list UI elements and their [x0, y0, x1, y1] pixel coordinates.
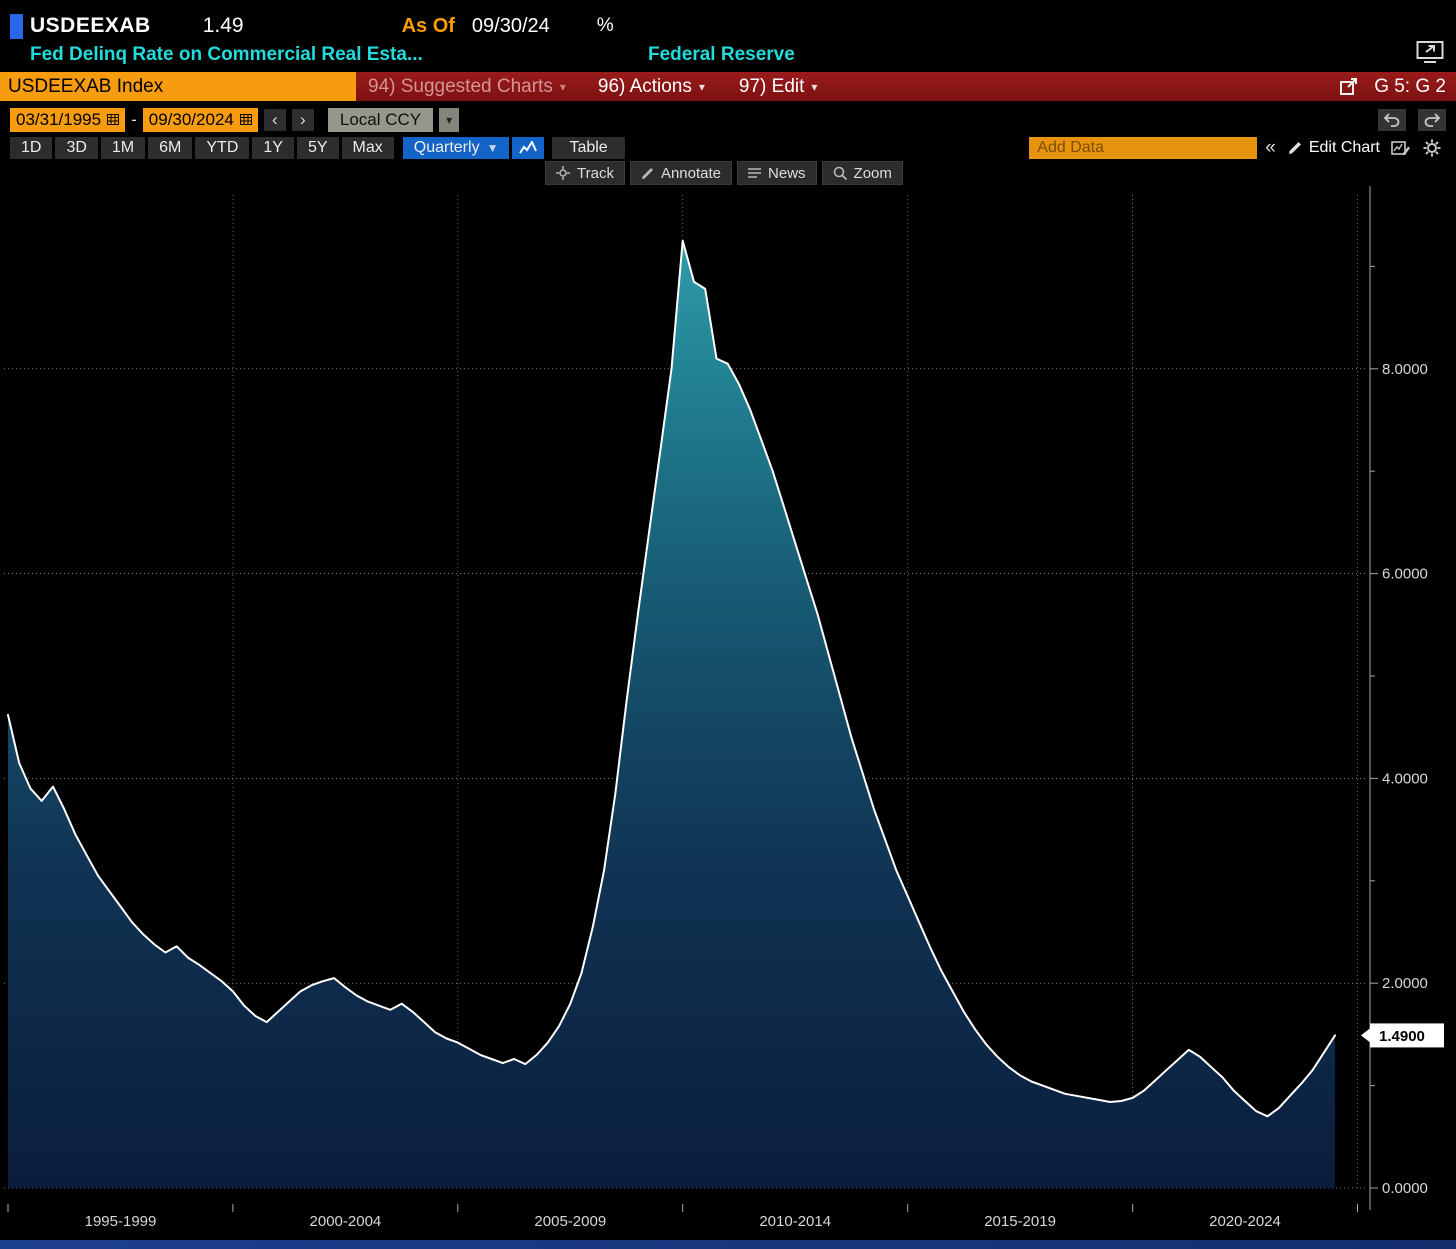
menu-bar: USDEEXAB Index 94) Suggested Charts ▾ 96…	[0, 72, 1456, 101]
tab-6m[interactable]: 6M	[148, 137, 193, 159]
edit-label: 97) Edit	[738, 75, 805, 97]
y-axis-label: 4.0000	[1382, 770, 1428, 787]
chevron-right-icon: ›	[300, 110, 306, 129]
tab-1d[interactable]: 1D	[10, 137, 53, 159]
x-axis-label: 2005-2009	[534, 1213, 606, 1230]
redo-icon	[1424, 113, 1440, 127]
ticker-symbol: USDEEXAB	[30, 14, 151, 37]
currency-selector[interactable]: Local CCY	[327, 108, 434, 132]
suggested-charts-label: 94) Suggested Charts	[368, 75, 553, 97]
y-axis-label: 6.0000	[1382, 566, 1428, 583]
period-bar: 1D 3D 1M 6M YTD 1Y 5Y Max Quarterly ▼ Ta…	[0, 136, 1456, 160]
calendar-icon	[107, 110, 120, 130]
chevron-down-icon: ▼	[486, 141, 499, 155]
news-label: News	[768, 164, 806, 182]
range-bar: 03/31/1995 - 09/30/2024 ‹ › Local CCY ▾	[0, 107, 1456, 133]
undo-icon	[1384, 113, 1400, 127]
end-date-value: 09/30/2024	[148, 110, 234, 129]
edit-chart-label: Edit Chart	[1308, 139, 1380, 156]
line-chart-icon	[519, 141, 538, 154]
chart-region: 0.0000 2.0000 4.0000 6.0000 8.0000 1995-1999 2…	[0, 158, 1456, 1249]
y-axis-label: 8.0000	[1382, 361, 1428, 378]
y-axis-label: 2.0000	[1382, 975, 1428, 992]
edit-menu[interactable]: 97) Edit ▾	[739, 76, 818, 98]
grid-indicator: G 5: G 2	[1374, 75, 1446, 97]
chevron-down-icon: ▾	[811, 79, 818, 94]
actions-menu[interactable]: 96) Actions ▾	[598, 76, 705, 98]
zoom-button[interactable]: Zoom	[821, 161, 903, 185]
taskbar-strip	[0, 1240, 1456, 1249]
chart-settings-icon[interactable]	[1387, 137, 1415, 159]
end-date-field[interactable]: 09/30/2024	[142, 108, 258, 132]
send-to-monitor-icon[interactable]	[1416, 40, 1444, 69]
y-axis-label: 0.0000	[1382, 1180, 1428, 1197]
frequency-selector[interactable]: Quarterly ▼	[402, 137, 510, 159]
currency-dropdown-button[interactable]: ▾	[439, 108, 460, 132]
delinquency-rate-chart[interactable]: 0.0000 2.0000 4.0000 6.0000 8.0000 1995-1999 2…	[0, 158, 1456, 1249]
description-bar: Fed Delinq Rate on Commercial Real Esta.…	[0, 41, 1456, 72]
range-back-button[interactable]: ‹	[263, 109, 286, 131]
tab-1y[interactable]: 1Y	[252, 137, 294, 159]
last-value-arrow	[1361, 1028, 1370, 1043]
news-lines-icon	[748, 168, 762, 178]
tab-1m[interactable]: 1M	[100, 137, 146, 159]
frequency-label: Quarterly	[413, 139, 480, 156]
chart-tools: Track Annotate News Zoom	[545, 161, 903, 185]
pencil-icon	[1288, 142, 1301, 154]
news-button[interactable]: News	[737, 161, 817, 185]
chevron-left-icon: ‹	[272, 110, 278, 129]
track-button[interactable]: Track	[545, 161, 625, 185]
undo-button[interactable]	[1378, 109, 1406, 131]
start-date-field[interactable]: 03/31/1995	[10, 108, 126, 132]
annotate-button[interactable]: Annotate	[629, 161, 733, 185]
last-value-badge-label: 1.4900	[1379, 1028, 1425, 1045]
x-axis-label: 1995-1999	[85, 1213, 157, 1230]
crosshair-icon	[556, 166, 570, 180]
security-description: Fed Delinq Rate on Commercial Real Esta.…	[30, 44, 423, 65]
as-of-label: As Of	[401, 14, 455, 37]
tab-ytd[interactable]: YTD	[195, 137, 250, 159]
track-label: Track	[577, 164, 614, 182]
edit-chart-button[interactable]: Edit Chart	[1284, 139, 1384, 157]
suggested-charts-menu[interactable]: 94) Suggested Charts ▾	[368, 76, 566, 98]
actions-label: 96) Actions	[597, 75, 692, 97]
date-separator: -	[131, 110, 137, 129]
start-date-value: 03/31/1995	[16, 110, 102, 129]
cursor-block	[10, 13, 23, 39]
table-button[interactable]: Table	[552, 137, 625, 159]
add-data-input[interactable]: Add Data	[1029, 137, 1258, 159]
redo-button[interactable]	[1418, 109, 1446, 131]
tab-3d[interactable]: 3D	[55, 137, 98, 159]
annotate-pencil-icon	[641, 167, 653, 179]
x-axis-label: 2010-2014	[759, 1213, 831, 1230]
chevron-down-icon: ▾	[559, 79, 566, 94]
unit-percent: %	[596, 15, 614, 36]
settings-gear-icon[interactable]	[1418, 137, 1446, 159]
launch-window-icon[interactable]	[1334, 76, 1362, 98]
magnifier-icon	[833, 166, 847, 180]
chart-type-button[interactable]	[512, 137, 545, 159]
x-axis-label: 2020-2024	[1209, 1213, 1281, 1230]
security-field[interactable]: USDEEXAB Index	[0, 72, 356, 101]
collapse-panel-button[interactable]: «	[1265, 137, 1276, 159]
chevron-down-icon: ▾	[446, 113, 453, 127]
tab-max[interactable]: Max	[341, 137, 394, 159]
last-price: 1.49	[202, 14, 244, 37]
calendar-icon	[239, 110, 252, 130]
quote-bar: USDEEXAB 1.49 As Of 09/30/24 %	[0, 0, 1456, 44]
range-forward-button[interactable]: ›	[291, 109, 314, 131]
as-of-date: 09/30/24	[471, 14, 550, 37]
data-source: Federal Reserve	[648, 44, 795, 65]
series-area	[8, 240, 1335, 1189]
x-axis-label: 2000-2004	[310, 1213, 382, 1230]
zoom-label: Zoom	[853, 164, 892, 182]
tab-5y[interactable]: 5Y	[296, 137, 339, 159]
x-axis-label: 2015-2019	[984, 1213, 1056, 1230]
annotate-label: Annotate	[660, 164, 722, 182]
chevron-down-icon: ▾	[698, 79, 705, 94]
